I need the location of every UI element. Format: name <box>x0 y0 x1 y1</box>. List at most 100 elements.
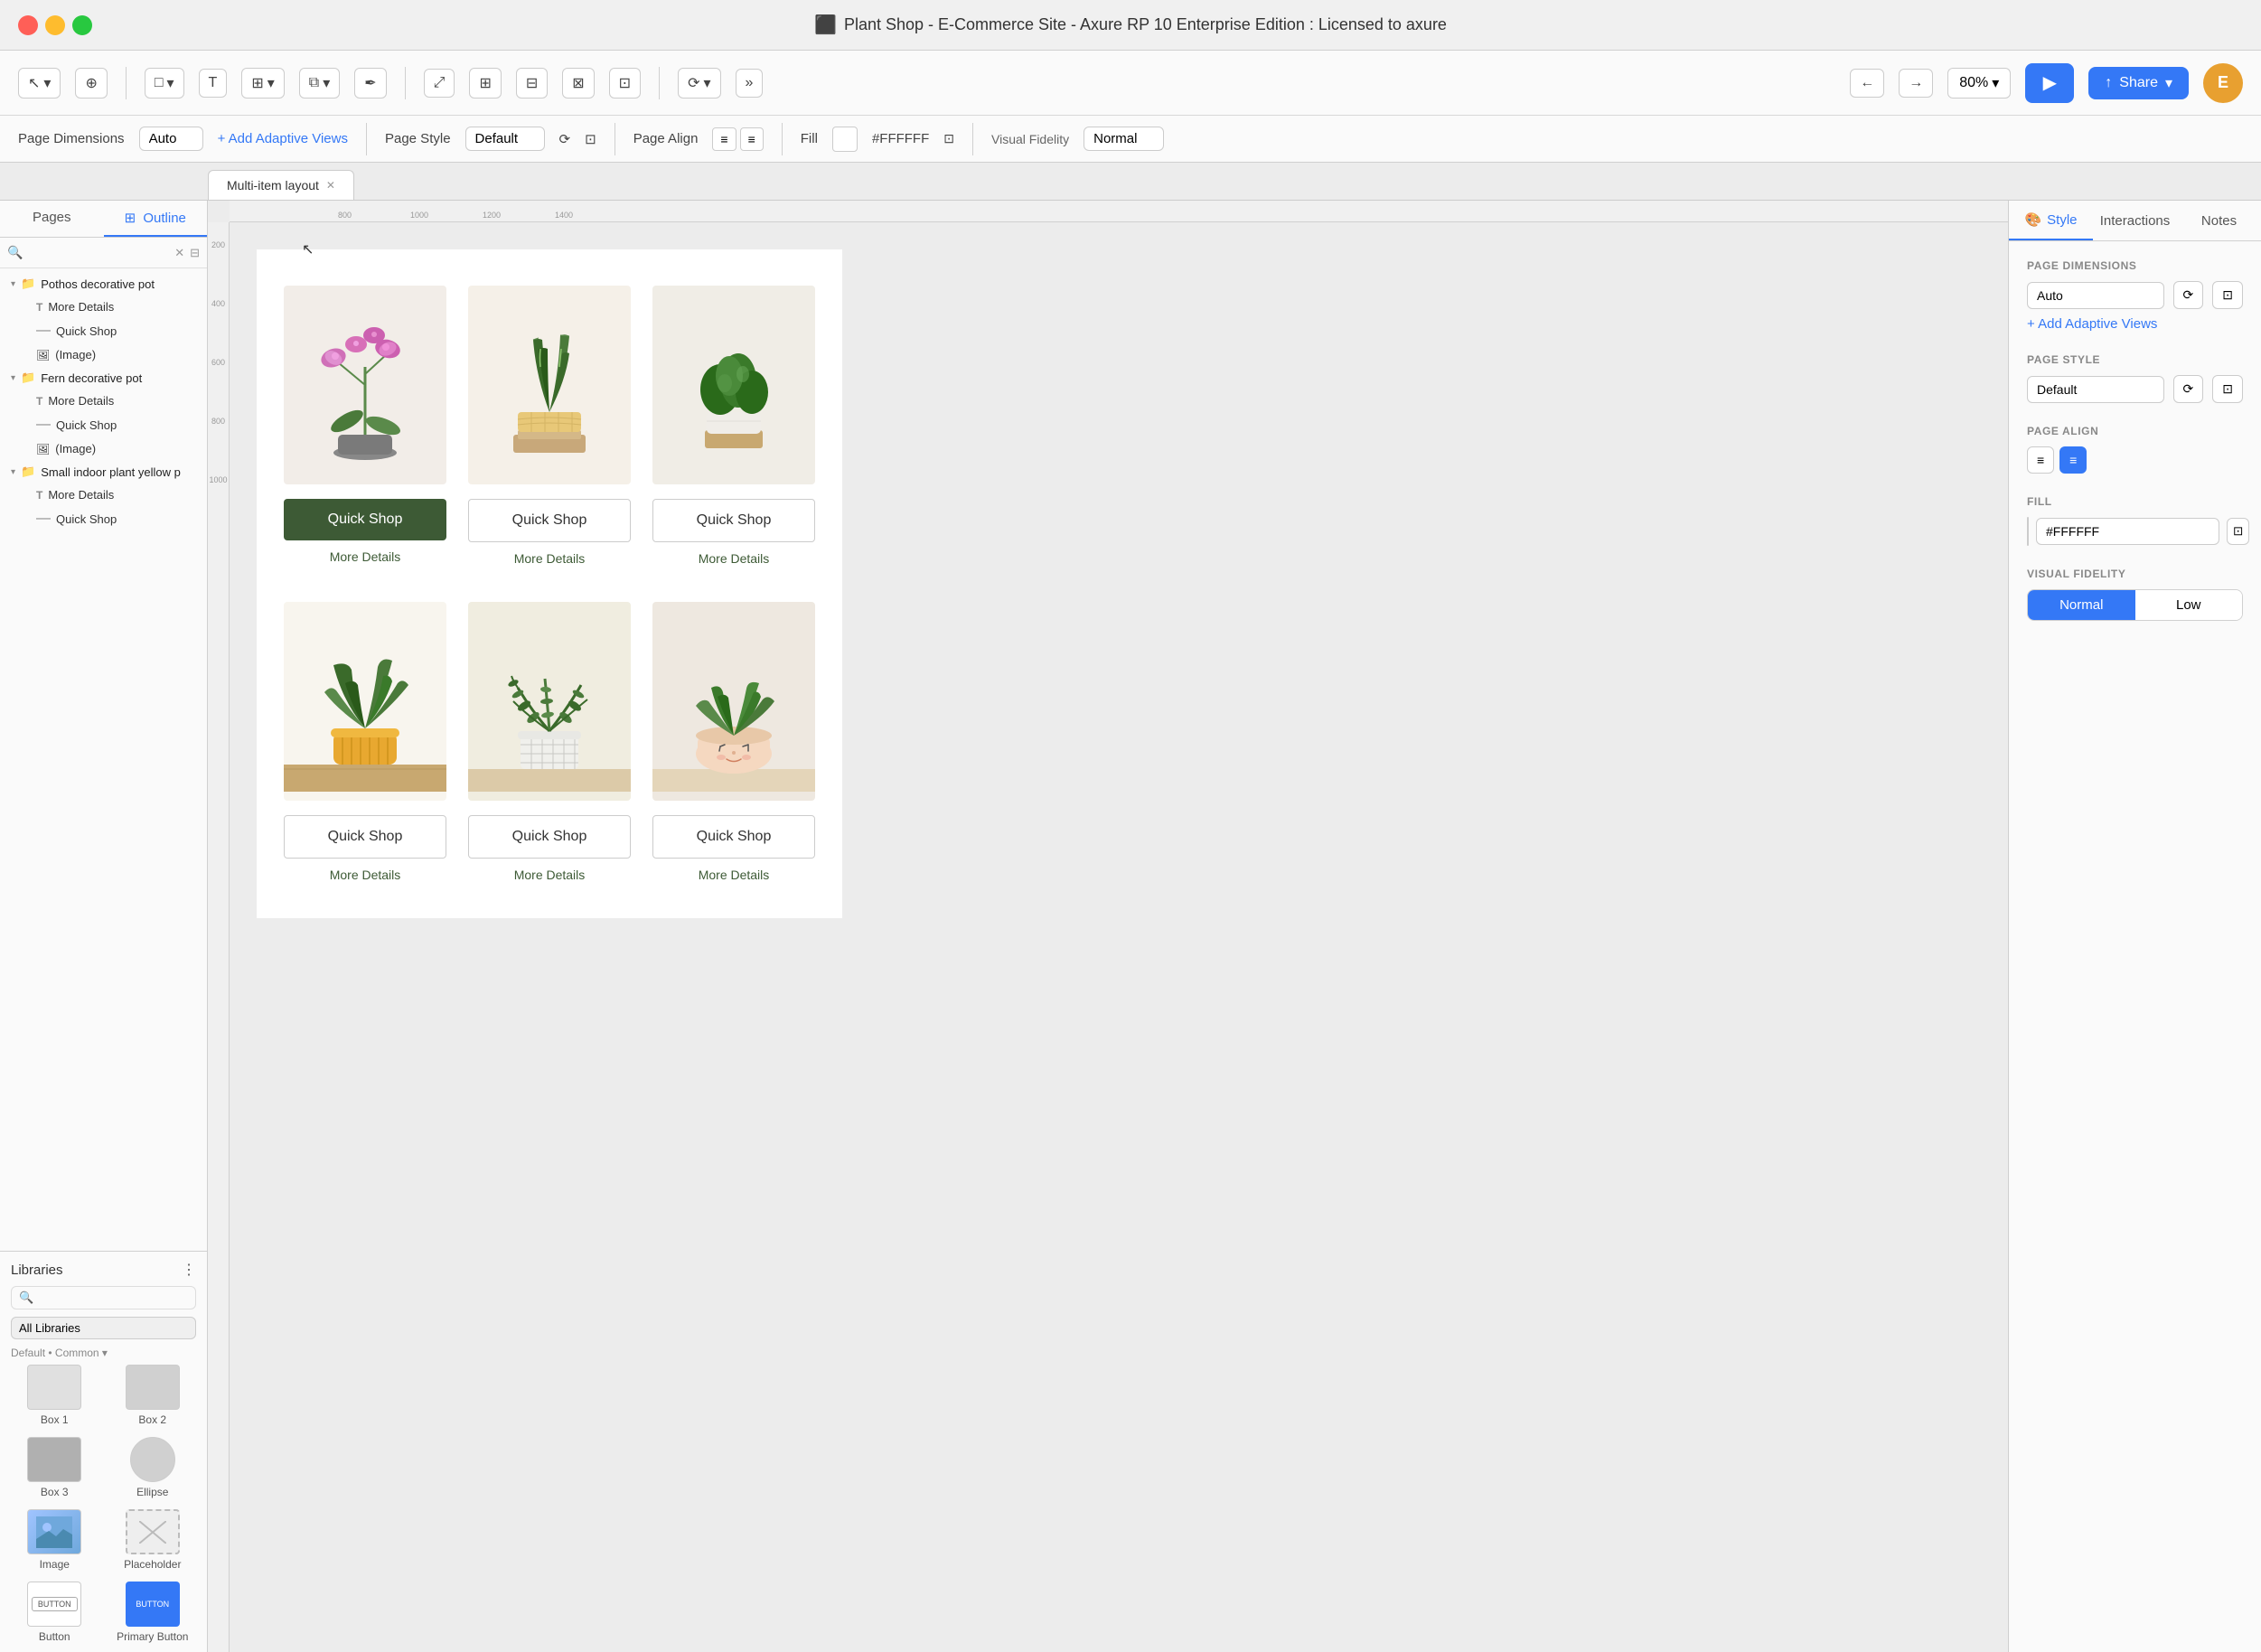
child-quick-shop-3[interactable]: — Quick Shop <box>0 506 207 531</box>
fill-eye-btn[interactable]: ⊡ <box>2227 518 2249 545</box>
fill-color-swatch[interactable] <box>832 127 858 152</box>
lib-item-box3[interactable]: Box 3 <box>11 1437 99 1498</box>
select-tool[interactable]: ↖ ▾ <box>18 68 61 99</box>
more-tools[interactable]: » <box>736 69 764 98</box>
page-style-right-select[interactable]: Default <box>2027 376 2164 403</box>
quick-shop-btn-4[interactable]: Quick Shop <box>284 815 446 859</box>
page-dim-icon-btn[interactable]: ⊡ <box>2212 281 2243 309</box>
group-label-fern: Fern decorative pot <box>41 371 142 385</box>
more-details-link-4[interactable]: More Details <box>330 868 401 882</box>
quick-shop-label-3: Quick Shop <box>697 512 772 528</box>
more-details-link-6[interactable]: More Details <box>699 868 770 882</box>
lib-item-primary-button[interactable]: BUTTON Primary Button <box>109 1582 197 1643</box>
quick-shop-btn-6[interactable]: Quick Shop <box>652 815 815 859</box>
tab-multi-item-layout[interactable]: Multi-item layout ✕ <box>208 170 354 200</box>
lib-item-ellipse[interactable]: Ellipse <box>109 1437 197 1498</box>
tab-outline[interactable]: ⊞ Outline <box>104 201 208 237</box>
zoom-control[interactable]: 80% ▾ <box>1947 68 2011 99</box>
group-header-pothos[interactable]: ▾ 📁 Pothos decorative pot <box>0 272 207 296</box>
tab-interactions[interactable]: Interactions <box>2093 201 2177 240</box>
quick-shop-btn-1[interactable]: Quick Shop <box>284 499 446 540</box>
lib-item-image[interactable]: Image <box>11 1509 99 1571</box>
visual-fidelity-toggle: Normal Low <box>2027 589 2243 621</box>
fill-hex-input[interactable] <box>2036 518 2219 545</box>
child-more-details-1[interactable]: T More Details <box>0 296 207 318</box>
align-left-btn[interactable]: ≡ <box>712 127 736 151</box>
page-icon-2[interactable]: ⊡ <box>585 131 596 147</box>
add-adaptive-views-btn[interactable]: + Add Adaptive Views <box>218 131 348 146</box>
page-dimensions-right-select[interactable]: Auto <box>2027 282 2164 309</box>
layers-icon: ⧉ <box>309 75 319 91</box>
interaction-tool[interactable]: ⊕ <box>75 68 107 99</box>
visual-fidelity-select[interactable]: Normal Low <box>1084 127 1164 151</box>
tab-style[interactable]: 🎨 Style <box>2009 201 2093 240</box>
widget-tool[interactable]: ⊞ ▾ <box>241 68 284 99</box>
child-more-details-2[interactable]: T More Details <box>0 390 207 412</box>
quick-shop-btn-2[interactable]: Quick Shop <box>468 499 631 542</box>
child-image-2[interactable]: 🖼 (Image) <box>0 437 207 460</box>
canvas-area[interactable]: 800 1000 1200 1400 200 400 600 800 1000 … <box>208 201 2008 1652</box>
tab-notes[interactable]: Notes <box>2177 201 2261 240</box>
play-button[interactable]: ▶ <box>2025 63 2074 103</box>
align-tool[interactable]: ⊞ <box>469 68 501 99</box>
lib-item-box2[interactable]: Box 2 <box>109 1365 197 1426</box>
minimize-button[interactable] <box>45 15 65 35</box>
vf-low-btn[interactable]: Low <box>2135 590 2243 620</box>
child-more-details-3[interactable]: T More Details <box>0 483 207 506</box>
libraries-search[interactable]: 🔍 <box>11 1286 196 1309</box>
resize-tool[interactable]: ⊡ <box>609 68 641 99</box>
share-button[interactable]: ↑ Share ▾ <box>2088 67 2189 99</box>
more-details-link-5[interactable]: More Details <box>514 868 586 882</box>
vf-normal-btn[interactable]: Normal <box>2028 590 2135 620</box>
crop-tool[interactable]: ⊠ <box>562 68 594 99</box>
close-filter-icon[interactable]: ✕ <box>174 246 184 260</box>
canvas-scroll-wrapper[interactable]: 200 400 600 800 1000 ↖ <box>208 222 2008 1652</box>
history-forward[interactable]: → <box>1899 69 1933 98</box>
layers-tool[interactable]: ⧉ ▾ <box>299 68 340 99</box>
more-details-link-1[interactable]: More Details <box>330 549 401 564</box>
page-icon-1[interactable]: ⟳ <box>559 131 571 147</box>
child-quick-shop-2[interactable]: — Quick Shop <box>0 412 207 437</box>
lib-item-box1[interactable]: Box 1 <box>11 1365 99 1426</box>
lib-item-placeholder[interactable]: Placeholder <box>109 1509 197 1571</box>
lib-item-button[interactable]: BUTTON Button <box>11 1582 99 1643</box>
distribute-tool[interactable]: ⊟ <box>516 68 548 99</box>
quick-shop-btn-3[interactable]: Quick Shop <box>652 499 815 542</box>
page-dimensions-select[interactable]: Auto <box>139 127 203 151</box>
page-style-icon-btn[interactable]: ⊡ <box>2212 375 2243 403</box>
history-back[interactable]: ← <box>1850 69 1884 98</box>
tab-pages[interactable]: Pages <box>0 201 104 237</box>
fit-tool[interactable]: ⤢ <box>424 69 455 98</box>
pen-tool[interactable]: ✒ <box>354 68 386 99</box>
group-header-fern[interactable]: ▾ 📁 Fern decorative pot <box>0 366 207 390</box>
page-style-reset-btn[interactable]: ⟳ <box>2173 375 2204 403</box>
more-details-link-2[interactable]: More Details <box>514 551 586 566</box>
maximize-button[interactable] <box>72 15 92 35</box>
align-center-panel-btn[interactable]: ≡ <box>2059 446 2087 474</box>
separator-3 <box>659 67 660 99</box>
panel-page-align: PAGE ALIGN ≡ ≡ <box>2027 425 2243 474</box>
page-style-select[interactable]: Default <box>465 127 545 151</box>
child-quick-shop-1[interactable]: — Quick Shop <box>0 318 207 343</box>
add-adaptive-views-right-btn[interactable]: + Add Adaptive Views <box>2027 316 2243 332</box>
tab-close-icon[interactable]: ✕ <box>326 179 335 192</box>
page-dim-reset-btn[interactable]: ⟳ <box>2173 281 2204 309</box>
fill-icon-btn[interactable]: ⊡ <box>943 131 954 146</box>
fill-color-preview[interactable] <box>2027 517 2029 546</box>
more-details-link-3[interactable]: More Details <box>699 551 770 566</box>
child-image-1[interactable]: 🖼 (Image) <box>0 343 207 366</box>
lib-all-libraries-select[interactable]: All Libraries <box>11 1317 196 1339</box>
align-center-btn[interactable]: ≡ <box>740 127 764 151</box>
text-icon: T <box>36 395 42 408</box>
group-header-small[interactable]: ▾ 📁 Small indoor plant yellow p <box>0 460 207 483</box>
interaction-btn[interactable]: ⟳ ▾ <box>678 68 720 99</box>
close-button[interactable] <box>18 15 38 35</box>
libraries-menu-icon[interactable]: ⋮ <box>182 1261 196 1279</box>
quick-shop-btn-5[interactable]: Quick Shop <box>468 815 631 859</box>
user-avatar[interactable]: E <box>2203 63 2243 103</box>
libraries-title[interactable]: Libraries <box>11 1262 63 1278</box>
align-left-panel-btn[interactable]: ≡ <box>2027 446 2054 474</box>
text-tool[interactable]: T <box>199 69 228 98</box>
shape-tool[interactable]: □ ▾ <box>145 68 184 99</box>
filter-icon[interactable]: ⊟ <box>190 246 200 260</box>
